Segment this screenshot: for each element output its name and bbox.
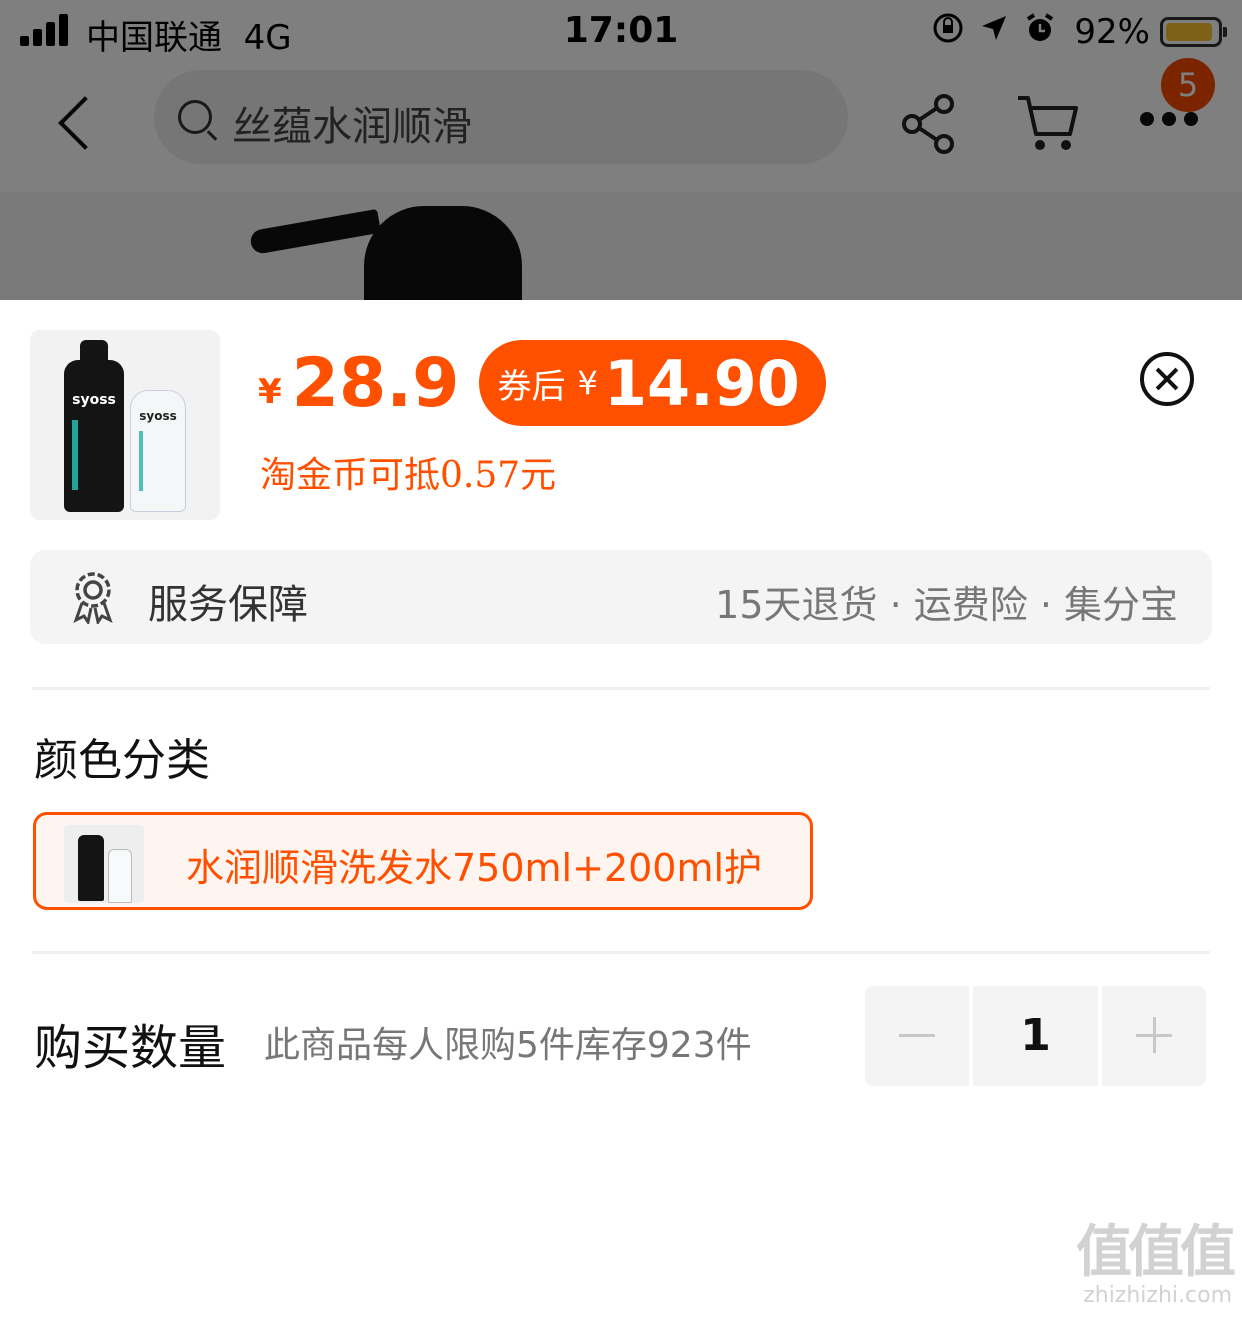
coupon-price: 14.90 (603, 346, 800, 420)
currency-symbol: ¥ (258, 372, 282, 412)
background-page: 中国联通 4G 17:01 92% 丝蕴水润顺滑 (0, 0, 1242, 300)
bottle-stripe-2 (139, 431, 143, 491)
quantity-stepper: 1 (865, 986, 1210, 1086)
product-thumbnail[interactable]: syoss syoss (30, 330, 220, 520)
coupon-price-badge: 券后 ¥ 14.90 (479, 340, 826, 426)
close-icon[interactable] (1140, 352, 1194, 406)
award-badge-icon (70, 570, 116, 626)
coupon-currency: ¥ (577, 364, 598, 402)
service-title: 服务保障 (148, 582, 308, 628)
watermark: 值值值 zhizhizhi.com (1076, 1220, 1236, 1309)
bottle-stripe (72, 420, 78, 490)
quantity-title: 购买数量 (34, 1020, 227, 1076)
coupon-label: 券后 (497, 366, 566, 407)
quantity-value[interactable]: 1 (973, 986, 1098, 1086)
shampoo-bottle: syoss (64, 340, 124, 512)
variant-section-title: 颜色分类 (34, 735, 210, 786)
watermark-url: zhizhizhi.com (1083, 1283, 1232, 1308)
variant-bottle-a (78, 835, 104, 901)
quantity-limit-note: 此商品每人限购5件库存923件 (264, 1025, 752, 1066)
price: 28.9 (291, 343, 460, 423)
watermark-logo: 值值值 (1076, 1220, 1236, 1285)
bottle-brand-label: syoss (72, 392, 116, 408)
bottle-brand-label-2: syoss (139, 409, 177, 423)
service-detail: 15天退货 · 运费险 · 集分宝 (715, 583, 1178, 627)
dim-overlay[interactable] (0, 0, 1242, 300)
decrement-button[interactable] (865, 986, 969, 1086)
divider-2 (32, 951, 1210, 954)
sku-sheet: syoss syoss ¥ 28.9 券后 ¥ 14.90 淘金币可抵0.57元… (0, 300, 1242, 1317)
variant-option-label: 水润顺滑洗发水750ml+200ml护 (186, 846, 763, 890)
coin-offset-text: 淘金币可抵0.57元 (260, 455, 557, 496)
variant-bottle-b (108, 849, 132, 903)
price-row: ¥ 28.9 券后 ¥ 14.90 (258, 338, 826, 428)
service-guarantee-bar[interactable]: 服务保障 15天退货 · 运费险 · 集分宝 (30, 550, 1212, 644)
divider (32, 687, 1210, 690)
variant-option-selected[interactable]: 水润顺滑洗发水750ml+200ml护 (33, 812, 813, 910)
variant-thumbnail (64, 825, 144, 903)
increment-button[interactable] (1102, 986, 1206, 1086)
conditioner-bottle: syoss (130, 390, 186, 512)
